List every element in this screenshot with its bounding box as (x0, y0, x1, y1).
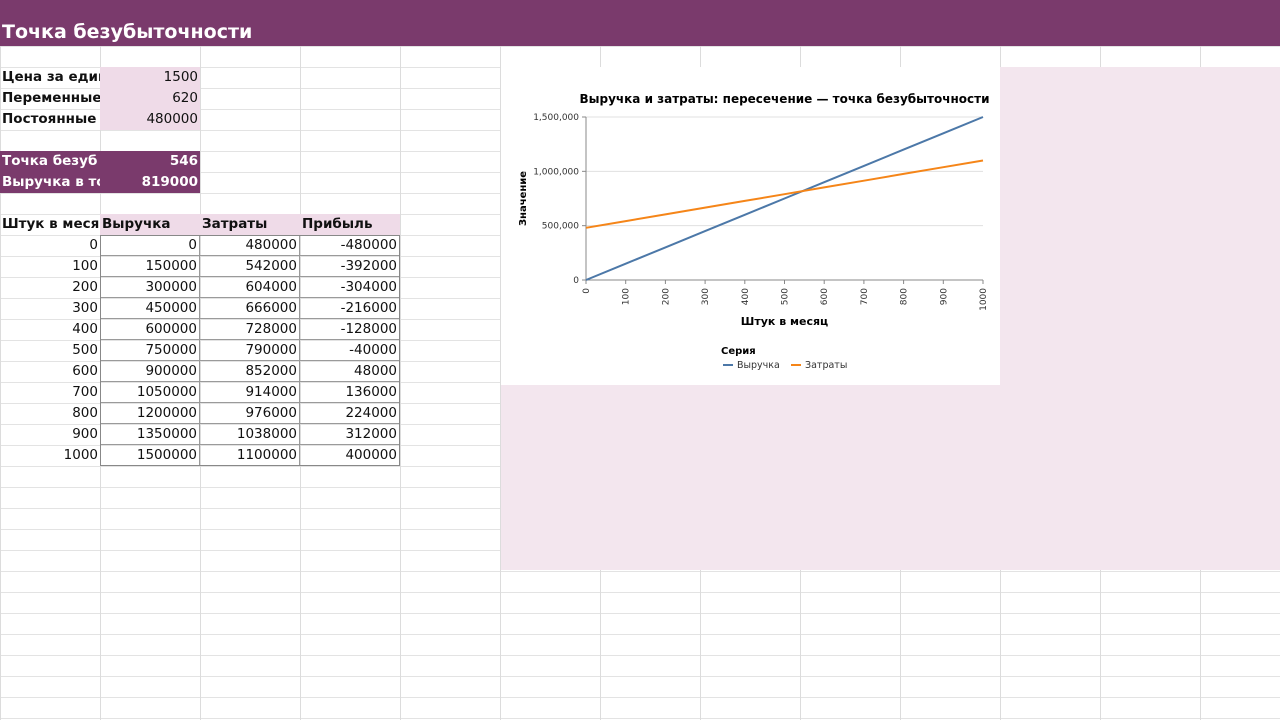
table-header-profit[interactable]: Прибыль (300, 214, 400, 235)
x-tick-label: 800 (900, 288, 910, 305)
table-header-units[interactable]: Штук в меся (0, 214, 100, 235)
result-value-breakeven-revenue[interactable]: 819000 (100, 172, 200, 193)
table-cell[interactable]: 100 (0, 256, 100, 277)
table-cell[interactable]: 0 (0, 235, 100, 256)
input-value-fixed[interactable]: 480000 (100, 109, 200, 130)
table-header-revenue[interactable]: Выручка (100, 214, 200, 235)
legend-label-1: Затраты (805, 360, 847, 371)
result-label-breakeven-revenue[interactable]: Выручка в то (0, 172, 100, 193)
input-label-fixed[interactable]: Постоянные (0, 109, 100, 130)
table-cell[interactable]: 800 (0, 403, 100, 424)
input-value-variable[interactable]: 620 (100, 88, 200, 109)
table-header-costs[interactable]: Затраты (200, 214, 300, 235)
y-tick-label: 1,000,000 (533, 167, 579, 177)
x-tick-label: 900 (939, 288, 949, 305)
y-axis-label: Значение (518, 171, 529, 226)
input-label-variable[interactable]: Переменные (0, 88, 100, 109)
input-label-price[interactable]: Цена за един (0, 67, 100, 88)
chart-panel[interactable]: Выручка и затраты: пересечение — точка б… (501, 67, 1000, 385)
sheet-header-bar: Точка безубыточности (0, 0, 1280, 46)
input-value-price[interactable]: 1500 (100, 67, 200, 88)
shaded-range-bottom (501, 385, 1000, 570)
x-tick-label: 300 (701, 288, 711, 305)
table-cell[interactable]: 400 (0, 319, 100, 340)
x-tick-label: 700 (860, 288, 870, 305)
result-value-breakeven-units[interactable]: 546 (100, 151, 200, 172)
legend-label-0: Выручка (737, 360, 780, 371)
shaded-range-right (1000, 67, 1280, 570)
table-cell[interactable]: 200 (0, 277, 100, 298)
breakeven-chart[interactable]: Выручка и затраты: пересечение — точка б… (501, 67, 1000, 385)
table-cell[interactable]: 1000 (0, 445, 100, 466)
table-border (100, 235, 400, 466)
x-tick-label: 500 (781, 288, 791, 305)
page-title: Точка безубыточности (2, 21, 253, 43)
table-cell[interactable]: 500 (0, 340, 100, 361)
table-cell[interactable]: 300 (0, 298, 100, 319)
y-tick-label: 1,500,000 (533, 113, 579, 123)
legend-title: Серия (721, 346, 756, 357)
chart-title: Выручка и затраты: пересечение — точка б… (580, 92, 990, 106)
x-tick-label: 600 (820, 288, 830, 305)
x-tick-label: 1000 (979, 288, 989, 311)
x-tick-label: 400 (741, 288, 751, 305)
series-line-1 (585, 159, 984, 229)
x-tick-label: 100 (622, 288, 632, 305)
y-tick-label: 500,000 (542, 222, 579, 232)
y-tick-label: 0 (573, 276, 579, 286)
x-tick-label: 200 (661, 288, 671, 305)
table-cell[interactable]: 700 (0, 382, 100, 403)
series-line-0 (585, 116, 984, 281)
table-cell[interactable]: 600 (0, 361, 100, 382)
x-axis-label: Штук в месяц (741, 315, 828, 328)
result-label-breakeven-units[interactable]: Точка безуб (0, 151, 100, 172)
x-tick-label: 0 (582, 288, 592, 294)
table-cell[interactable]: 900 (0, 424, 100, 445)
